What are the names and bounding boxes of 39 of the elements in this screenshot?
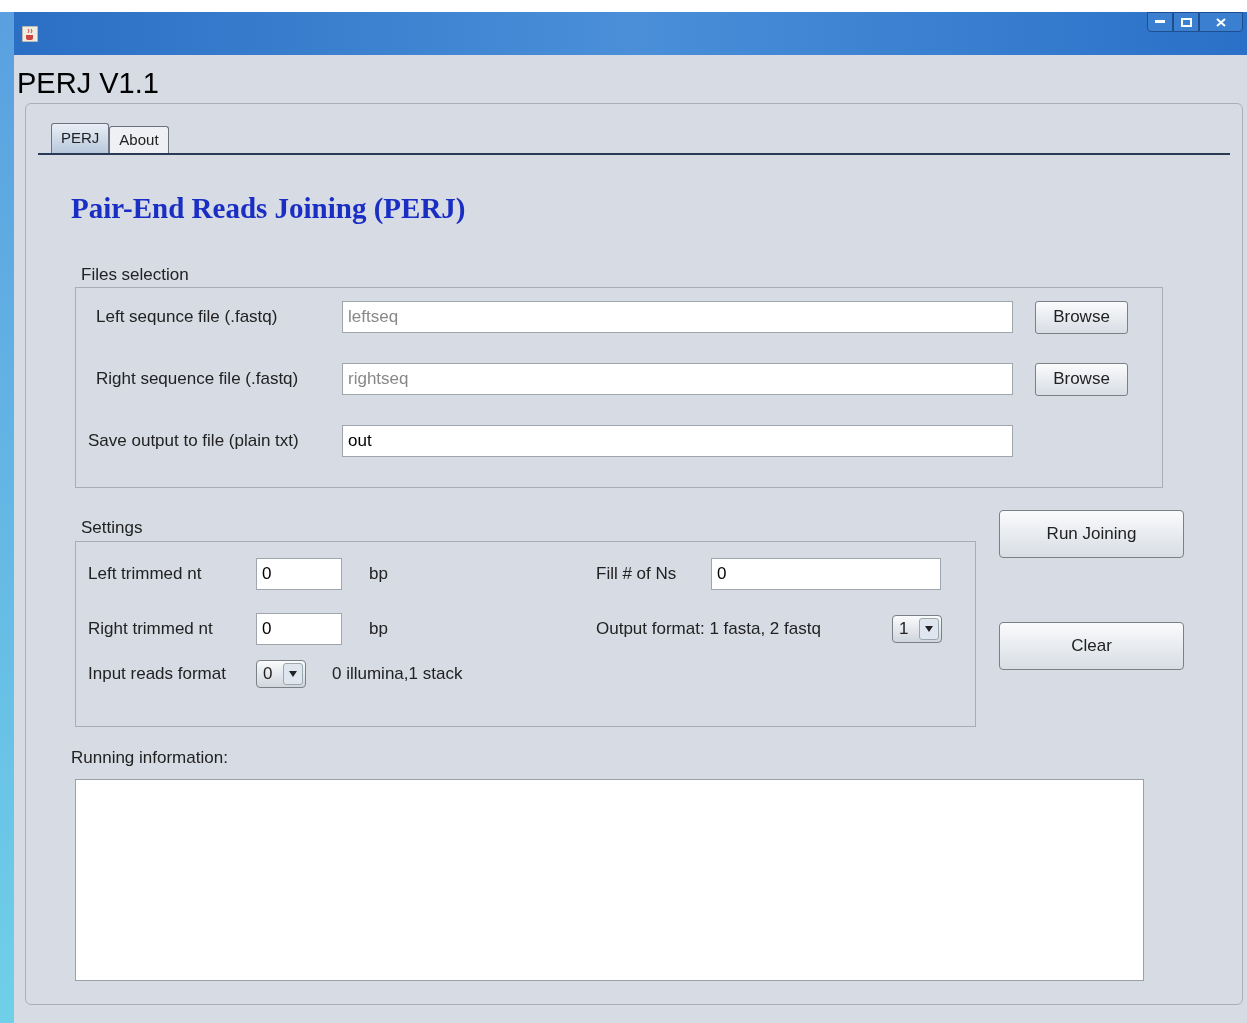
section-title: Settings (81, 517, 143, 539)
browse-button[interactable]: Browse (1035, 362, 1128, 396)
text-field[interactable]: rightseq (342, 363, 1013, 395)
field-label: Input reads format (87, 663, 227, 686)
unit-label: bp (369, 563, 388, 586)
dropdown[interactable]: 0 (256, 660, 306, 688)
unit-label: bp (369, 618, 388, 641)
section-title: Files selection (81, 264, 189, 286)
number-field[interactable]: 0 (711, 558, 941, 590)
number-field[interactable]: 0 (256, 613, 342, 645)
field-label: Save output to file (plain txt) (88, 431, 299, 451)
close-icon (1216, 17, 1226, 27)
field-label: Left sequnce file (.fastq) (96, 307, 278, 327)
field-label: Output format: 1 fasta, 2 fastq (596, 618, 822, 641)
field-label: Right trimmed nt (87, 618, 214, 641)
browse-button[interactable]: Browse (1035, 300, 1128, 334)
action-button[interactable]: Run Joining (999, 510, 1184, 558)
format-hint: 0 illumina,1 stack (332, 663, 463, 686)
java-cup-icon (22, 25, 38, 42)
page-heading: Pair-End Reads Joining (PERJ) (71, 191, 467, 226)
dropdown-arrow-icon (289, 671, 297, 677)
minimize-button[interactable] (1147, 12, 1173, 32)
tab[interactable]: PERJ (51, 123, 110, 153)
maximize-icon (1180, 17, 1192, 27)
field-label: Fill # of Ns (596, 563, 678, 586)
action-button[interactable]: Clear (999, 622, 1184, 670)
minimize-icon (1155, 20, 1165, 24)
text-field[interactable]: leftseq (342, 301, 1013, 333)
close-button[interactable] (1199, 12, 1243, 32)
tab[interactable]: About (109, 126, 169, 153)
dropdown-arrow-icon (925, 626, 933, 632)
app-title: PERJ V1.1 (16, 66, 160, 101)
field-label: Left trimmed nt (87, 563, 203, 586)
dropdown[interactable]: 1 (892, 615, 942, 643)
maximize-button[interactable] (1173, 12, 1199, 32)
running-info-label: Running information: (71, 747, 228, 769)
field-label: Right sequence file (.fastq) (96, 369, 299, 389)
number-field[interactable]: 0 (256, 558, 342, 590)
text-field[interactable]: out (342, 425, 1013, 457)
